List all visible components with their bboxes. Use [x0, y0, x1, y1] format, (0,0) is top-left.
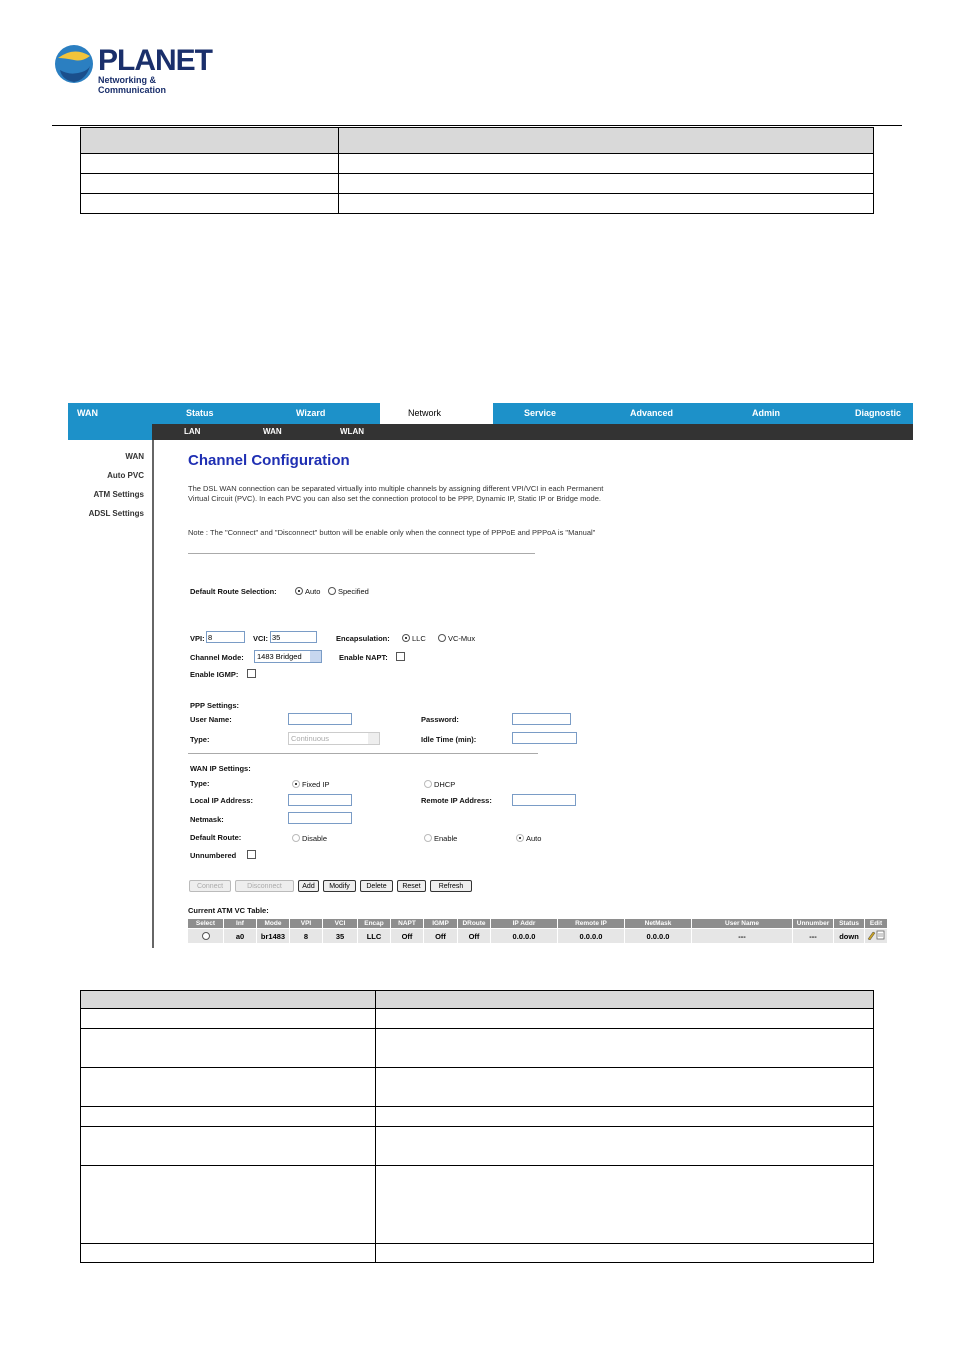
bottom-table — [80, 990, 874, 1263]
subtab-wlan[interactable]: WLAN — [340, 427, 364, 436]
route-specified-label: Specified — [338, 587, 369, 596]
tab-diagnostic[interactable]: Diagnostic — [855, 408, 901, 418]
router-screenshot: WAN Status Wizard Network Service Advanc… — [68, 403, 913, 948]
connect-button[interactable]: Connect — [189, 880, 231, 892]
vci-input[interactable]: 35 — [270, 631, 317, 643]
route-auto2-label: Auto — [526, 834, 542, 843]
header-rule — [52, 125, 902, 126]
tab-status[interactable]: Status — [186, 408, 214, 418]
vpi-input[interactable]: 8 — [206, 631, 245, 643]
route-specified-radio[interactable] — [328, 587, 336, 595]
tab-network[interactable]: Network — [408, 408, 441, 418]
napt-checkbox[interactable] — [396, 652, 405, 661]
sidebar: WAN Auto PVC ATM Settings ADSL Settings — [68, 440, 154, 948]
channel-mode-select[interactable]: 1483 Bridged — [254, 650, 322, 663]
sidebar-item-adsl-settings[interactable]: ADSL Settings — [89, 509, 144, 518]
note: Note : The "Connect" and "Disconnect" bu… — [188, 528, 596, 537]
modify-button[interactable]: Modify — [323, 880, 356, 892]
remote-ip-label: Remote IP Address: — [421, 796, 492, 805]
route-disable-radio[interactable] — [292, 834, 300, 842]
subtab-wan[interactable]: WAN — [263, 427, 282, 436]
igmp-label: Enable IGMP: — [190, 670, 239, 679]
subtab-lan[interactable]: LAN — [184, 427, 200, 436]
ppp-idle-input[interactable] — [512, 732, 577, 744]
table-header-row: Select Inf Mode VPI VCI Encap NAPT IGMP … — [187, 918, 888, 929]
main-content: Channel Configuration The DSL WAN connec… — [154, 440, 913, 948]
local-ip-label: Local IP Address: — [190, 796, 253, 805]
tab-wizard[interactable]: Wizard — [296, 408, 325, 418]
tab-wan-brand: WAN — [77, 408, 98, 418]
dhcp-label: DHCP — [434, 780, 456, 789]
ppp-idle-label: Idle Time (min): — [421, 735, 477, 744]
wan-ip-type-label: Type: — [190, 779, 210, 788]
route-auto-radio[interactable] — [295, 587, 303, 595]
globe-icon — [55, 45, 93, 83]
chevron-down-icon — [368, 733, 379, 744]
reset-button[interactable]: Reset — [397, 880, 426, 892]
add-button[interactable]: Add — [298, 880, 319, 892]
sidebar-item-auto-pvc[interactable]: Auto PVC — [107, 471, 144, 480]
netmask-input[interactable] — [288, 812, 352, 824]
default-route-label: Default Route Selection: — [190, 587, 277, 596]
delete-button[interactable]: Delete — [360, 880, 393, 892]
route-enable-radio[interactable] — [424, 834, 432, 842]
local-ip-input[interactable] — [288, 794, 352, 806]
tab-advanced[interactable]: Advanced — [630, 408, 673, 418]
ppp-user-input[interactable] — [288, 713, 352, 725]
igmp-checkbox[interactable] — [247, 669, 256, 678]
top-nav: WAN Status Wizard Network Service Advanc… — [68, 403, 913, 424]
route-enable-label: Enable — [434, 834, 458, 843]
unnumbered-label: Unnumbered — [190, 851, 237, 860]
netmask-label: Netmask: — [190, 815, 224, 824]
default-route2-label: Default Route: — [190, 833, 242, 842]
unnumbered-checkbox[interactable] — [247, 850, 256, 859]
sidebar-item-wan[interactable]: WAN — [125, 452, 144, 461]
encap-vcmux-radio[interactable] — [438, 634, 446, 642]
napt-label: Enable NAPT: — [339, 653, 388, 662]
tab-service[interactable]: Service — [524, 408, 556, 418]
route-auto2-radio[interactable] — [516, 834, 524, 842]
atm-table-title: Current ATM VC Table: — [188, 906, 269, 915]
tab-admin[interactable]: Admin — [752, 408, 780, 418]
ppp-heading: PPP Settings: — [190, 701, 240, 710]
fixed-ip-label: Fixed IP — [302, 780, 330, 789]
sub-nav: LAN WAN WLAN — [68, 424, 913, 440]
route-auto-label: Auto — [305, 587, 321, 596]
wan-ip-heading: WAN IP Settings: — [190, 764, 251, 773]
remote-ip-input[interactable] — [512, 794, 576, 806]
ppp-password-input[interactable] — [512, 713, 571, 725]
logo-name: PLANET — [98, 44, 213, 77]
ppp-user-label: User Name: — [190, 715, 232, 724]
top-table — [80, 127, 874, 214]
route-disable-label: Disable — [302, 834, 328, 843]
logo-tagline: Networking & Communication — [98, 75, 167, 95]
planet-logo: PLANET Networking & Communication — [52, 42, 222, 95]
encap-vcmux-label: VC-Mux — [448, 634, 476, 643]
sidebar-item-atm-settings[interactable]: ATM Settings — [93, 490, 144, 499]
divider — [188, 753, 538, 754]
edit-icon[interactable] — [867, 930, 885, 941]
page-title: Channel Configuration — [188, 452, 350, 469]
vci-label: VCI: — [253, 634, 268, 643]
channel-mode-label: Channel Mode: — [190, 653, 244, 662]
dhcp-radio[interactable] — [424, 780, 432, 788]
description: The DSL WAN connection can be separated … — [188, 484, 604, 503]
refresh-button[interactable]: Refresh — [430, 880, 472, 892]
encap-llc-label: LLC — [412, 634, 426, 643]
divider — [188, 553, 535, 554]
ppp-password-label: Password: — [421, 715, 459, 724]
table-row: a0 br1483 8 35 LLC Off Off Off 0.0.0.0 0… — [187, 928, 888, 944]
atm-vc-table: Select Inf Mode VPI VCI Encap NAPT IGMP … — [187, 918, 888, 944]
chevron-down-icon — [310, 651, 321, 662]
ppp-type-label: Type: — [190, 735, 210, 744]
disconnect-button[interactable]: Disconnect — [235, 880, 294, 892]
row-select-radio[interactable] — [201, 932, 210, 940]
vpi-label: VPI: — [190, 634, 205, 643]
encapsulation-label: Encapsulation: — [336, 634, 390, 643]
fixed-ip-radio[interactable] — [292, 780, 300, 788]
ppp-type-select[interactable]: Continuous — [288, 732, 380, 745]
encap-llc-radio[interactable] — [402, 634, 410, 642]
